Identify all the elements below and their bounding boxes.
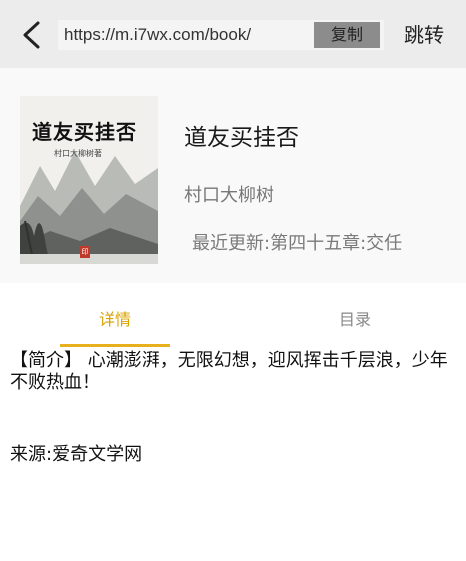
copy-button[interactable]: 复制 <box>314 22 380 48</box>
cover-seal-icon: 印 <box>80 246 90 258</box>
book-title: 道友买挂否 <box>184 125 299 151</box>
tab-catalog[interactable]: 目录 <box>300 309 410 331</box>
back-icon[interactable] <box>18 20 46 50</box>
book-intro: 【简介】 心潮澎湃，无限幻想，迎风挥击千层浪，少年不败热血！ <box>10 350 448 393</box>
jump-button[interactable]: 跳转 <box>404 21 444 49</box>
cover-author-text: 村口大柳树著 <box>54 149 102 158</box>
book-author: 村口大柳树 <box>184 185 274 206</box>
book-source: 来源:爱奇文学网 <box>10 444 143 465</box>
tab-detail[interactable]: 详情 <box>60 309 170 331</box>
latest-update[interactable]: 最近更新:第四十五章:交任 <box>192 229 402 255</box>
cover-title-text: 道友买挂否 <box>32 120 137 144</box>
active-tab-indicator <box>60 344 170 347</box>
top-toolbar: 复制 跳转 <box>0 0 466 68</box>
book-cover[interactable]: 道友买挂否 村口大柳树著 印 <box>20 96 158 264</box>
